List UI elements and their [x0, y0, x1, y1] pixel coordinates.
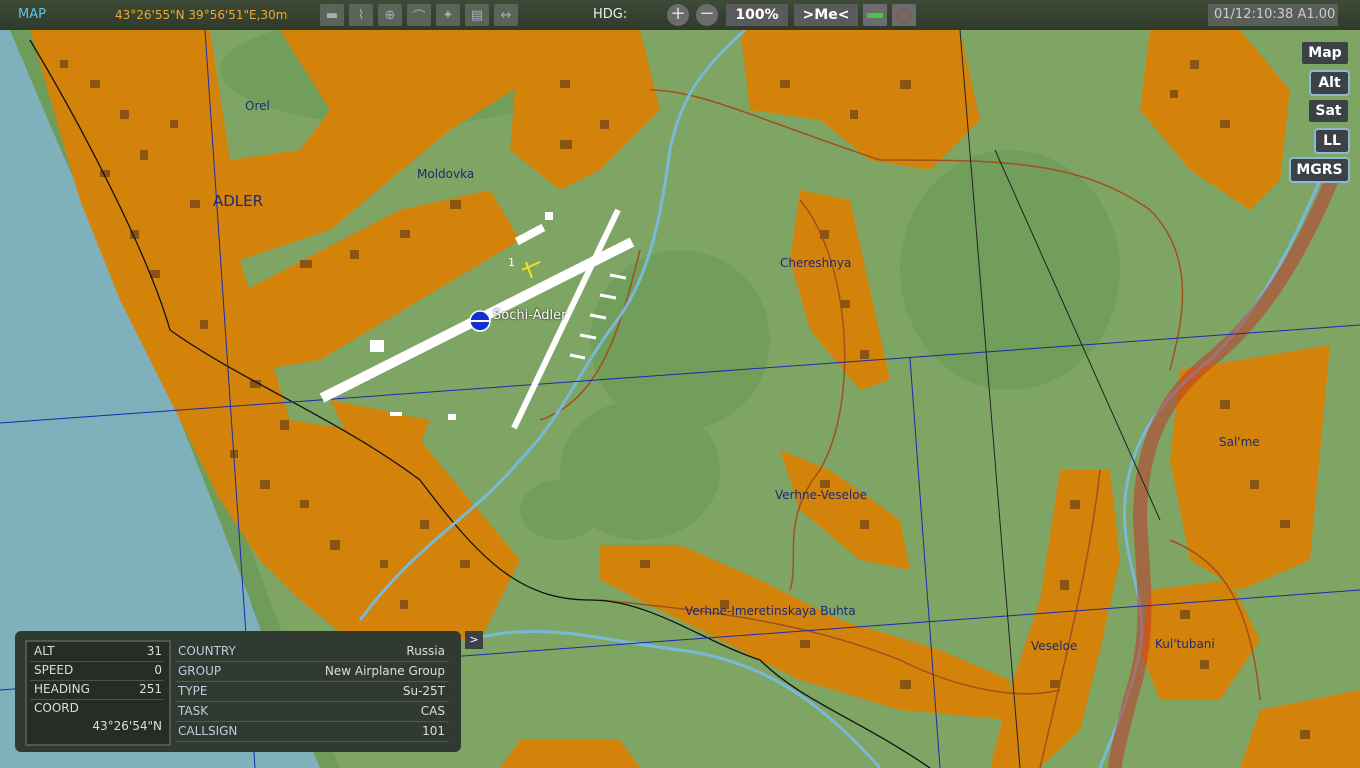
coord-value: 43°26'54"N — [92, 719, 162, 733]
alt-value: 31 — [146, 644, 162, 658]
zoom-out-button[interactable]: − — [696, 4, 718, 26]
route-icon[interactable]: ⌇ — [349, 4, 373, 26]
battery-icon[interactable] — [863, 4, 887, 26]
coord-row: COORD 43°26'54"N — [30, 701, 164, 737]
callsign-value[interactable]: 101 — [422, 724, 445, 738]
top-toolbar: MAP 43°26'55"N 39°56'51"E,30m ▬ ⌇ ⊕ ⌒ ✦ … — [0, 0, 1360, 30]
unit-info-panel: ALT 31 SPEED 0 HEADING 251 COORD 43°26'5… — [15, 631, 461, 752]
target-icon[interactable]: ⊕ — [378, 4, 402, 26]
speed-value: 0 — [154, 663, 162, 677]
unit-stats: ALT 31 SPEED 0 HEADING 251 COORD 43°26'5… — [25, 640, 171, 746]
heading-label: HDG: — [593, 7, 628, 22]
country-value[interactable]: Russia — [406, 644, 445, 658]
layer-map-button[interactable]: Map — [1302, 42, 1348, 64]
type-value[interactable]: Su-25T — [403, 684, 445, 698]
country-label: COUNTRY — [178, 644, 236, 658]
group-label: GROUP — [178, 664, 222, 678]
heading-stat-label: HEADING — [34, 682, 90, 696]
label-chereshnya: Chereshnya — [780, 256, 852, 270]
expand-panel-button[interactable]: > — [465, 631, 483, 649]
zoom-in-button[interactable]: + — [667, 4, 689, 26]
label-orel: Orel — [245, 99, 270, 113]
task-row: TASK CAS — [175, 702, 449, 722]
type-row: TYPE Su-25T — [175, 682, 449, 702]
heading-row: HEADING 251 — [30, 682, 164, 700]
alt-row: ALT 31 — [30, 644, 164, 662]
stop-icon[interactable]: ◯ — [892, 4, 916, 26]
satellite-icon[interactable]: ✦ — [436, 4, 460, 26]
heading-value: 251 — [139, 682, 162, 696]
layer-mgrs-button[interactable]: MGRS — [1289, 157, 1350, 183]
mission-clock: 01/12:10:38 A1.00 — [1208, 4, 1338, 26]
radar-icon[interactable]: ⌒ — [407, 4, 431, 26]
group-row: GROUP New Airplane Group — [175, 662, 449, 682]
label-salme: Sal'me — [1219, 435, 1260, 449]
type-label: TYPE — [178, 684, 208, 698]
label-verhne-veseloe: Verhne-Veseloe — [775, 488, 867, 502]
speed-label: SPEED — [34, 663, 74, 677]
group-value[interactable]: New Airplane Group — [325, 664, 445, 678]
ruler-icon[interactable]: ↔ — [494, 4, 518, 26]
callsign-label: CALLSIGN — [178, 724, 238, 738]
label-moldovka: Moldovka — [417, 167, 475, 181]
center-on-me-button[interactable]: >Me< — [794, 4, 858, 26]
label-imeretinskaya: Verhne-Imeretinskaya Buhta — [685, 604, 856, 618]
task-value[interactable]: CAS — [421, 704, 445, 718]
label-airfield[interactable]: Sochi-Adler — [493, 308, 566, 323]
layer-ll-button[interactable]: LL — [1314, 128, 1350, 154]
mode-label: MAP — [18, 7, 46, 22]
message-icon[interactable]: ▤ — [465, 4, 489, 26]
layer-alt-button[interactable]: Alt — [1309, 70, 1350, 96]
label-adler: ADLER — [213, 192, 264, 210]
zoom-level: 100% — [726, 4, 788, 26]
country-row: COUNTRY Russia — [175, 642, 449, 662]
task-label: TASK — [178, 704, 209, 718]
unit-number: 1 — [508, 256, 515, 269]
layer-sat-button[interactable]: Sat — [1309, 100, 1348, 122]
ground-unit-icon[interactable]: ▬ — [320, 4, 344, 26]
unit-details: COUNTRY Russia GROUP New Airplane Group … — [175, 642, 449, 742]
label-veseloe: Veseloe — [1031, 639, 1078, 653]
callsign-row: CALLSIGN 101 — [175, 722, 449, 742]
cursor-coords: 43°26'55"N 39°56'51"E,30m — [115, 8, 288, 22]
coord-label: COORD — [34, 701, 79, 715]
alt-label: ALT — [34, 644, 55, 658]
speed-row: SPEED 0 — [30, 663, 164, 681]
label-kultubani: Kul'tubani — [1155, 637, 1215, 651]
